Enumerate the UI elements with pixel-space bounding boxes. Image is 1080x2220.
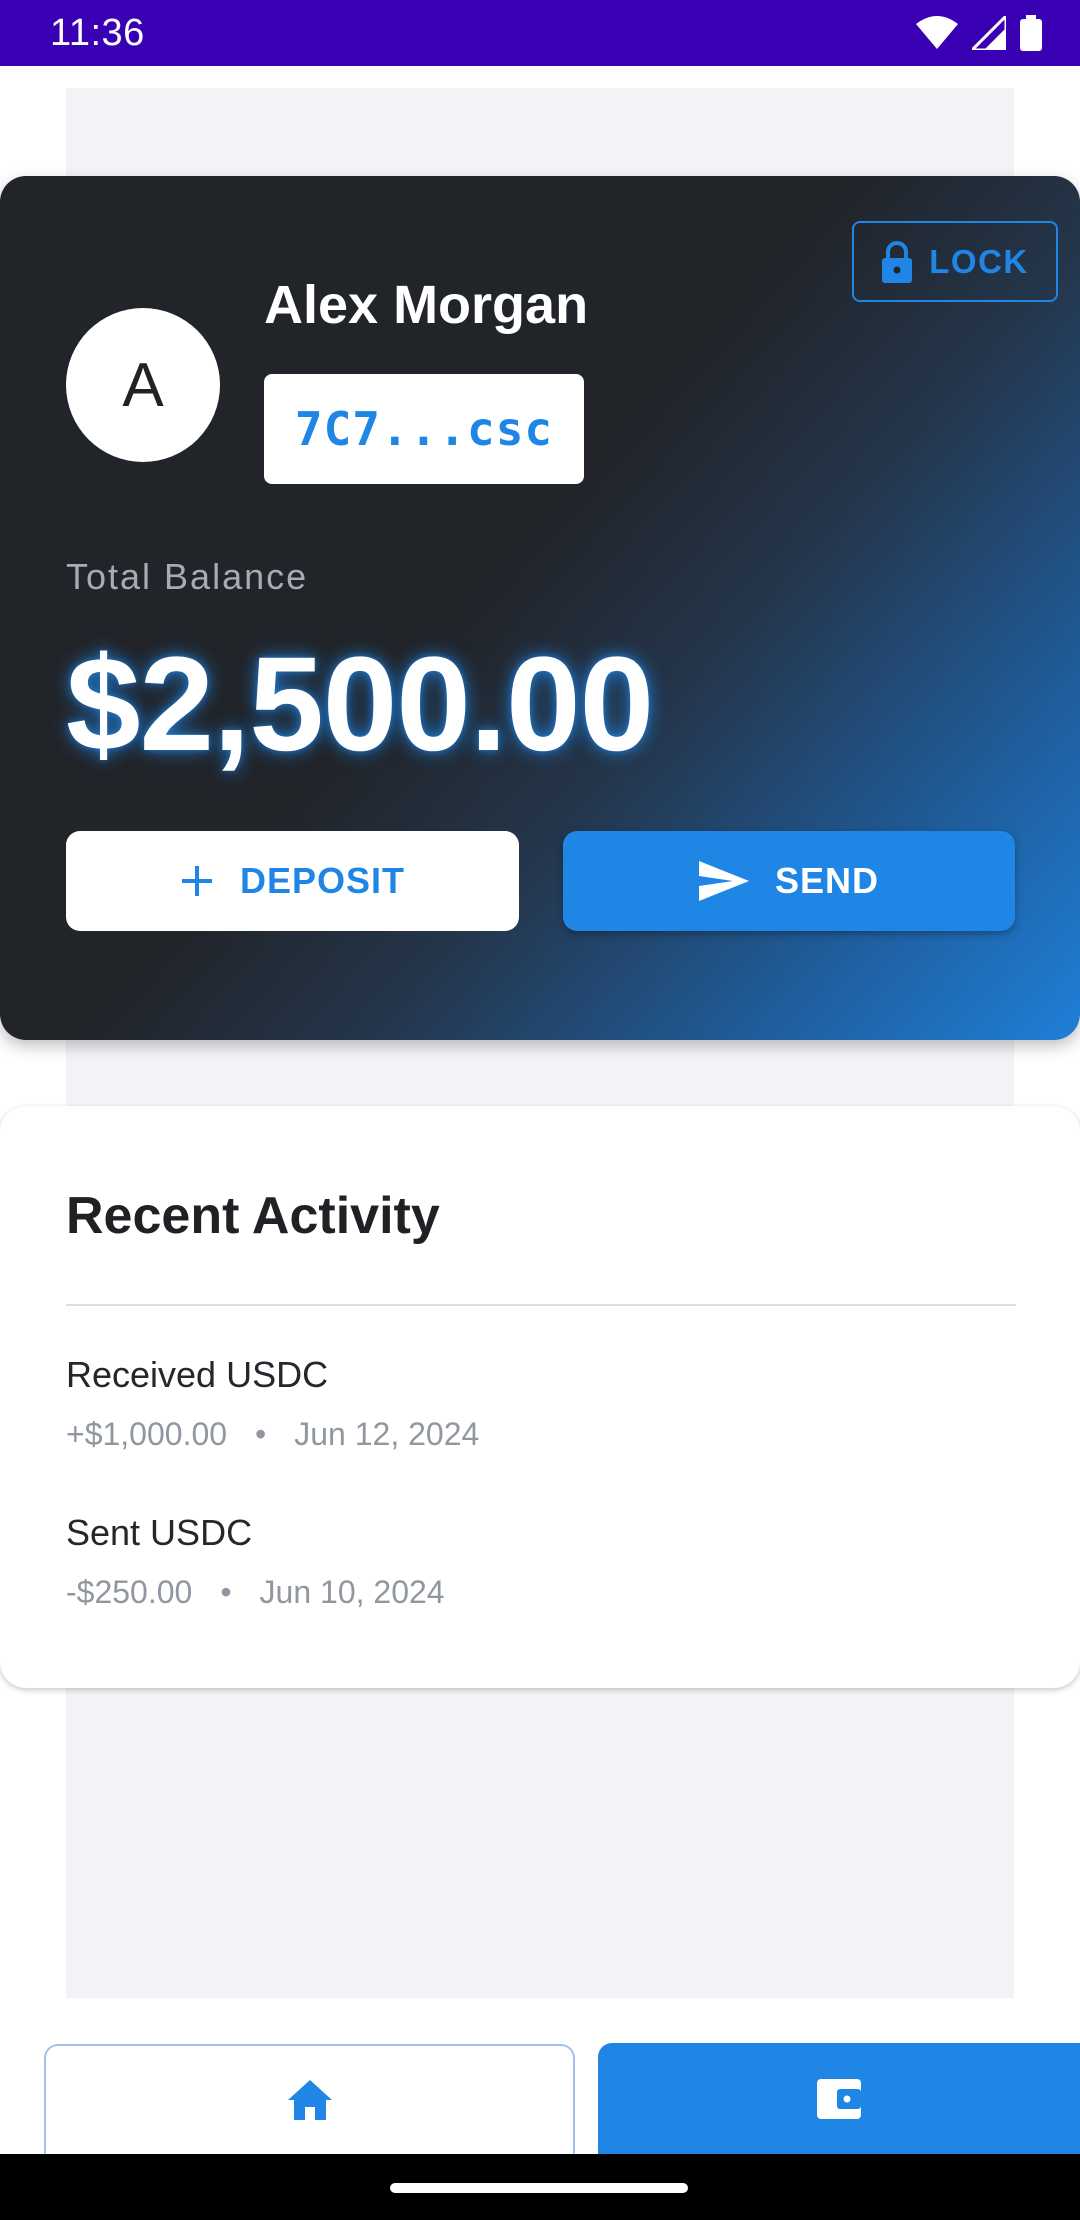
cell-signal-icon [972,16,1006,50]
bullet-separator: • [255,1416,267,1452]
send-label: SEND [774,860,880,901]
transaction-title: Received USDC [66,1354,329,1395]
transaction-meta: +$1,000.00 • Jun 12, 2024 [66,1416,479,1453]
bullet-separator: • [220,1574,232,1610]
avatar: A [66,308,220,462]
nav-home-button[interactable] [44,2044,575,2154]
balance-label: Total Balance [66,556,309,597]
transaction-date: Jun 10, 2024 [259,1574,445,1610]
home-icon [287,2080,332,2120]
wallet-icon [817,2078,861,2119]
send-icon [698,861,749,901]
status-bar: 11:36 [0,0,1080,66]
deposit-label: DEPOSIT [239,860,406,901]
list-item[interactable]: Received USDC +$1,000.00 • Jun 12, 2024 [66,1354,479,1453]
send-button[interactable]: SEND [563,831,1015,931]
transaction-amount: +$1,000.00 [66,1416,228,1452]
balance-value: $2,500.00 [66,630,654,779]
plus-icon [181,866,212,896]
status-time: 11:36 [50,12,145,54]
deposit-button[interactable]: DEPOSIT [66,831,519,931]
gesture-handle[interactable] [390,2183,688,2193]
wallet-address-chip[interactable]: 7C7...csc [264,374,584,484]
recent-activity-title: Recent Activity [66,1187,440,1245]
lock-label: LOCK [929,242,1029,280]
transaction-title: Sent USDC [66,1512,253,1553]
list-item[interactable]: Sent USDC -$250.00 • Jun 10, 2024 [66,1512,445,1611]
nav-wallet-button[interactable] [598,2043,1080,2154]
lock-button[interactable]: LOCK [852,221,1058,302]
battery-icon [1020,15,1042,51]
user-name: Alex Morgan [264,275,589,335]
wifi-icon [916,16,958,49]
lock-icon [882,240,913,283]
transaction-date: Jun 12, 2024 [294,1416,480,1452]
status-icons [916,14,1042,52]
transaction-meta: -$250.00 • Jun 10, 2024 [66,1574,445,1611]
transaction-amount: -$250.00 [66,1574,193,1610]
divider [66,1304,1016,1306]
